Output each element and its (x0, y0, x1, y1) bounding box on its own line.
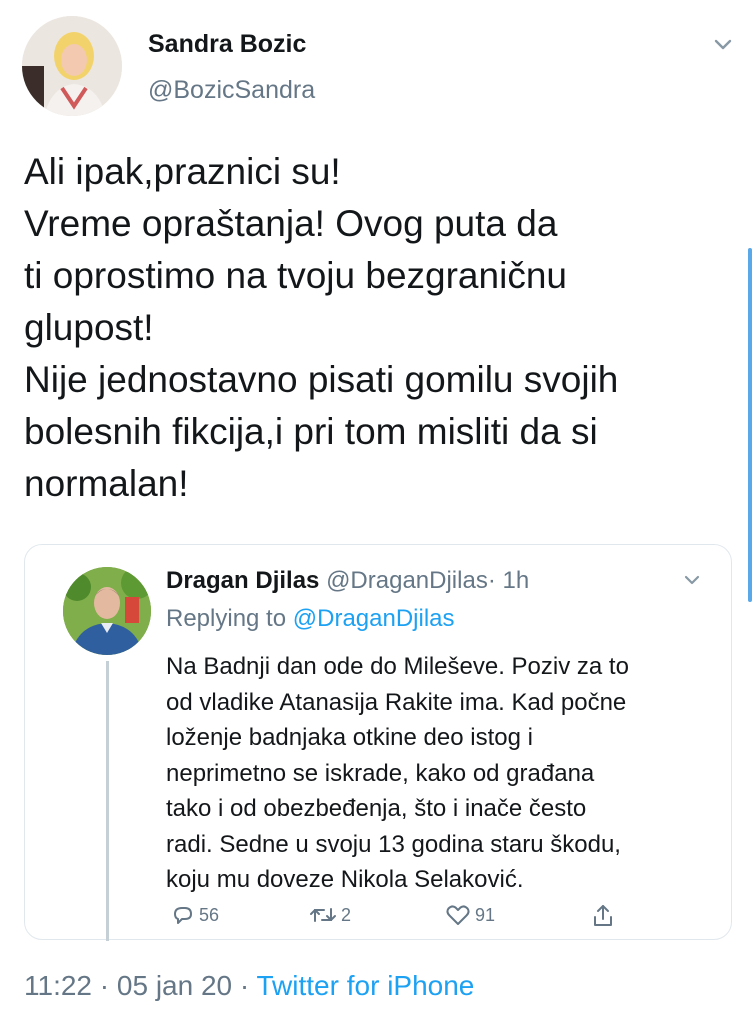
reply-button[interactable]: 56 (171, 903, 219, 927)
tweet-source-link[interactable]: Twitter for iPhone (257, 970, 475, 1001)
reply-icon (174, 907, 192, 924)
quoted-time: · 1h (487, 567, 530, 594)
quoted-tweet-card[interactable]: Dragan Djilas @DraganDjilas· 1h Replying… (24, 544, 732, 941)
chevron-down-icon[interactable] (708, 30, 738, 60)
tweet-meta: 11:22 · 05 jan 20 · Twitter for iPhone (24, 970, 474, 1002)
retweet-icon (310, 908, 336, 922)
share-button[interactable] (591, 903, 615, 929)
quoted-line: loženje badnjaka otkine deo istog i (166, 724, 533, 751)
quoted-line: koju mu doveze Nikola Selaković. (166, 866, 524, 893)
quoted-text: Na Badnji dan ode do Mileševe. Poziv za … (166, 649, 726, 898)
replying-prefix: Replying to (166, 605, 293, 632)
tweet-line: bolesnih fikcija,i pri tom misliti da si (24, 411, 598, 452)
tweet-line: ti oprostimo na tvoju bezgraničnu (24, 255, 567, 296)
tweet-line: Ali ipak,praznici su! (24, 151, 341, 192)
tweet-line: Nije jednostavno pisati gomilu svojih (24, 359, 619, 400)
quoted-line: od vladike Atanasija Rakite ima. Kad poč… (166, 688, 627, 716)
replying-to: Replying to @DraganDjilas (166, 605, 455, 633)
quoted-line: radi. Sedne u svoju 13 godina staru škod… (166, 830, 621, 858)
like-count: 91 (475, 904, 496, 925)
like-button[interactable]: 91 (445, 903, 495, 927)
share-icon (594, 905, 612, 926)
retweet-count: 2 (341, 904, 352, 925)
scrollbar[interactable] (748, 248, 752, 602)
retweet-button[interactable]: 2 (309, 903, 351, 927)
quoted-line: neprimetno se iskrade, kako od građana (166, 759, 595, 787)
tweet-line: normalan! (24, 463, 189, 504)
tweet-date: 05 jan 20 (116, 970, 233, 1001)
author-avatar[interactable] (22, 16, 122, 116)
reply-count: 56 (199, 904, 220, 925)
quoted-header: Dragan Djilas @DraganDjilas· 1h (166, 567, 529, 595)
meta-separator: · (99, 970, 110, 1001)
quoted-line: Na Badnji dan ode do Mileševe. Poziv za … (166, 653, 629, 680)
tweet-time: 11:22 (24, 970, 92, 1001)
quoted-author-avatar[interactable] (63, 567, 151, 655)
tweet-line: glupost! (24, 307, 154, 348)
quoted-author-handle[interactable]: @DraganDjilas (326, 567, 488, 594)
quoted-author-name[interactable]: Dragan Djilas (166, 567, 319, 594)
quoted-line: tako i od obezbeđenja, što i inače često (166, 795, 587, 822)
like-icon (446, 905, 470, 925)
meta-separator: · (239, 970, 250, 1001)
chevron-down-icon[interactable] (679, 567, 705, 593)
thread-line (106, 661, 109, 941)
author-handle[interactable]: @BozicSandra (148, 76, 315, 105)
replying-to-link[interactable]: @DraganDjilas (293, 605, 455, 632)
tweet-line: Vreme opraštanja! Ovog puta da (24, 203, 558, 244)
author-name[interactable]: Sandra Bozic (148, 30, 306, 59)
tweet-text: Ali ipak,praznici su! Vreme opraštanja! … (24, 146, 744, 510)
